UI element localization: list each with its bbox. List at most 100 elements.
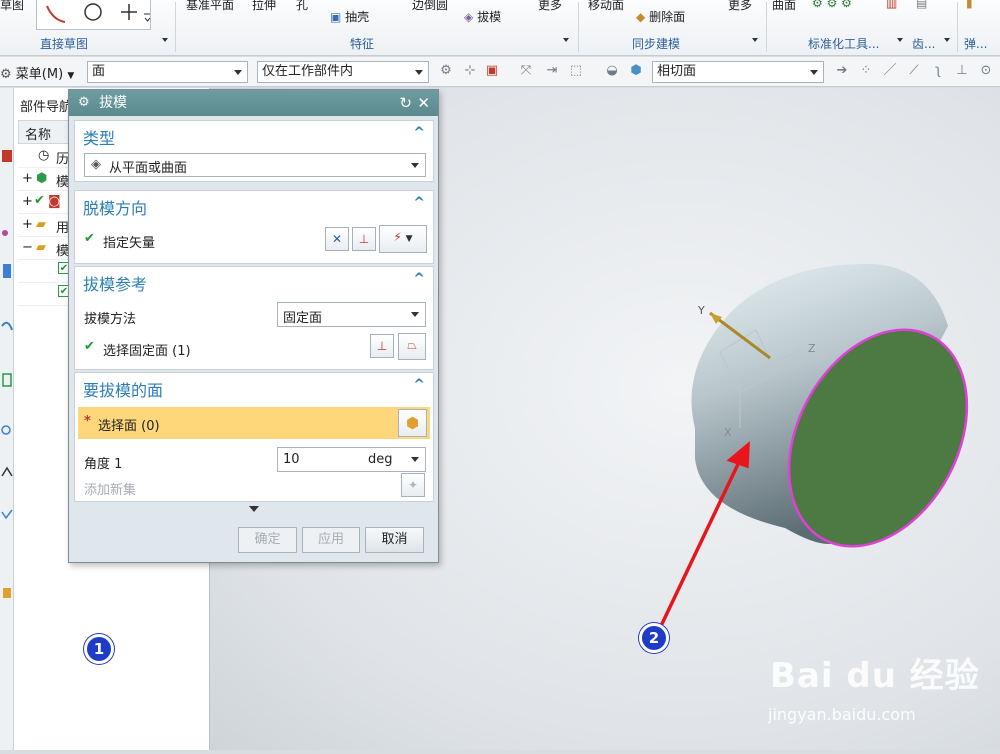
add-new-set-button[interactable]: ✦: [401, 473, 425, 497]
expand-icon[interactable]: +: [22, 217, 33, 232]
angle-input[interactable]: 10 deg: [277, 447, 426, 472]
name-column-label: 名称: [25, 128, 52, 143]
face-rule-select[interactable]: 相切面: [652, 61, 824, 83]
spring-tool-icon[interactable]: ▮: [966, 0, 973, 10]
reset-icon[interactable]: ↻: [399, 90, 412, 116]
plane-dialog-button[interactable]: ⏢: [398, 333, 426, 360]
ok-button[interactable]: 确定: [238, 527, 297, 553]
baidu-watermark: Bai du 经验: [770, 656, 980, 696]
select-face-icon[interactable]: ▣: [484, 63, 500, 79]
draft-method-select[interactable]: 固定面: [277, 302, 426, 327]
section-faces-to-draft: 要拔模的面 ^ * 选择面 (0) ⬢ 角度 1 10 deg 添加新集 ✦: [74, 372, 434, 502]
ribbon-sketch-label[interactable]: 草图: [0, 0, 24, 13]
expand-icon[interactable]: +: [22, 171, 33, 186]
ribbon-hole[interactable]: 孔: [296, 0, 308, 13]
group-spring: 弹...: [964, 37, 988, 51]
expand-icon[interactable]: +: [22, 194, 33, 209]
vector-dialog-button[interactable]: ⊥: [352, 227, 376, 251]
ribbon-separator: [175, 2, 176, 52]
part-navigator-icon: [2, 150, 12, 162]
ribbon-surface[interactable]: 曲面: [772, 0, 796, 13]
arrow-right-icon[interactable]: ➔: [834, 63, 850, 79]
chevron-down-icon: ▼: [405, 234, 413, 244]
section-type-header[interactable]: 类型 ^: [75, 121, 433, 149]
more-icon: [144, 13, 151, 22]
ribbon-separator: [766, 2, 767, 52]
draft-label: 拔模: [477, 10, 502, 24]
scope-select[interactable]: 仅在工作部件内: [257, 61, 429, 83]
create-plane-button[interactable]: ⊥: [370, 334, 394, 358]
collapse-chevron-icon[interactable]: ^: [413, 271, 425, 287]
gear-tool-icon-2[interactable]: ▤: [916, 0, 927, 10]
group-standard-tools: 标准化工具...: [808, 37, 880, 51]
draft-method-label: 拔模方法: [84, 312, 137, 327]
expand-more-icon[interactable]: [249, 506, 259, 512]
type-filter-select[interactable]: 面: [87, 61, 248, 83]
type-filter-value: 面: [92, 64, 106, 79]
trace-icon[interactable]: ⇥: [544, 63, 560, 79]
type-select[interactable]: ◈ 从平面或曲面: [84, 153, 426, 177]
section-reference-header[interactable]: 拔模参考 ^: [75, 267, 433, 295]
select-face-label: 选择面 (0): [98, 419, 160, 434]
sketch-tool-icons: [46, 3, 151, 23]
angle-label: 角度 1: [84, 457, 123, 472]
intersection-icon[interactable]: ⊥: [954, 63, 970, 79]
ribbon-draft-button[interactable]: ◈ 拔模: [464, 8, 501, 25]
clock-icon: [1, 425, 11, 435]
group-standard-caret[interactable]: [897, 38, 903, 42]
gear-icon: ⚙: [78, 95, 90, 110]
collapse-chevron-icon[interactable]: ^: [413, 125, 425, 141]
standard-tools-icons[interactable]: ⚙ ⚙ ⚙: [812, 0, 852, 10]
delete-face-label: 删除面: [649, 10, 686, 24]
inferred-vector-dropdown[interactable]: ⚡ ▼: [379, 225, 427, 253]
specify-vector-row[interactable]: ✔ 指定矢量 ✕ ⊥ ⚡ ▼: [75, 225, 433, 259]
draft-icon: ◈: [464, 10, 474, 24]
section-type: 类型 ^ ◈ 从平面或曲面: [74, 120, 434, 182]
ribbon-shell-button[interactable]: ▣ 抽壳: [330, 8, 369, 25]
cancel-button[interactable]: 取消: [365, 527, 424, 553]
section-direction-header[interactable]: 脱模方向 ^: [75, 191, 433, 219]
ribbon-extrude[interactable]: 拉伸: [252, 0, 276, 13]
draft-dialog: ⚙ 拔模 ↻ ✕ 类型 ^ ◈ 从平面或曲面 脱模方向 ^ ✔ 指定矢量 ✕ ⊥…: [68, 89, 439, 563]
arc-icon: [46, 5, 66, 23]
ribbon-edge-blend[interactable]: 边倒圆: [412, 0, 448, 13]
ribbon-delete-face-button[interactable]: ◆ 删除面: [636, 8, 685, 25]
snap-point-icon[interactable]: ⁘: [858, 63, 874, 79]
face-filter-icon[interactable]: ◒: [604, 63, 620, 79]
select-face-row[interactable]: * 选择面 (0) ⬢: [78, 407, 430, 439]
group-gear-caret[interactable]: [944, 38, 950, 42]
group-direct-sketch-caret[interactable]: [162, 38, 168, 42]
dialog-title-bar[interactable]: ⚙ 拔模 ↻ ✕: [69, 90, 438, 116]
collapse-chevron-icon[interactable]: ^: [413, 195, 425, 211]
select-fixed-face-label[interactable]: 选择固定面 (1): [103, 340, 191, 359]
collapse-icon[interactable]: −: [22, 240, 33, 255]
gear-tool-icon[interactable]: ▥: [886, 0, 897, 10]
collapse-chevron-icon[interactable]: ^: [413, 377, 425, 393]
section-faces-header[interactable]: 要拔模的面 ^: [75, 373, 433, 401]
line-icon[interactable]: ／: [882, 63, 898, 79]
ribbon-more-features[interactable]: 更多: [538, 0, 562, 13]
close-icon[interactable]: ✕: [417, 90, 430, 116]
section-direction-title: 脱模方向: [83, 199, 148, 218]
center-icon[interactable]: ⊙: [978, 63, 994, 79]
filter-icon[interactable]: ⚙: [438, 63, 454, 79]
ribbon: 草图 基准平面 拉伸 孔 ▣ 抽壳 边倒圆 ◈ 拔模 更多 移动面 ◆ 删除面 …: [0, 0, 1000, 56]
check-icon: ✔: [84, 231, 95, 246]
group-sync-caret[interactable]: [752, 38, 758, 42]
menu-button[interactable]: ⚙ 菜单(M) ▼: [0, 63, 74, 82]
ribbon-datum-plane[interactable]: 基准平面: [186, 0, 234, 13]
ribbon-move-face[interactable]: 移动面: [588, 0, 624, 13]
group-gear: 齿...: [912, 37, 936, 51]
apply-button[interactable]: 应用: [302, 527, 360, 553]
curve-icon[interactable]: ʅ: [930, 63, 946, 79]
select-face-cube-button[interactable]: ⬢: [398, 409, 427, 437]
snap-icon[interactable]: ⤧: [518, 63, 534, 79]
rect-select-icon[interactable]: ⬚: [568, 63, 584, 79]
select-feature-icon[interactable]: ⊹: [462, 63, 478, 79]
body-filter-icon[interactable]: ⬢: [628, 63, 644, 79]
reverse-direction-button[interactable]: ✕: [325, 227, 349, 251]
ribbon-more-sync[interactable]: 更多: [728, 0, 752, 13]
group-features-caret[interactable]: [563, 38, 569, 42]
section-type-title: 类型: [83, 129, 116, 148]
line2-icon[interactable]: ⟋: [906, 63, 922, 79]
